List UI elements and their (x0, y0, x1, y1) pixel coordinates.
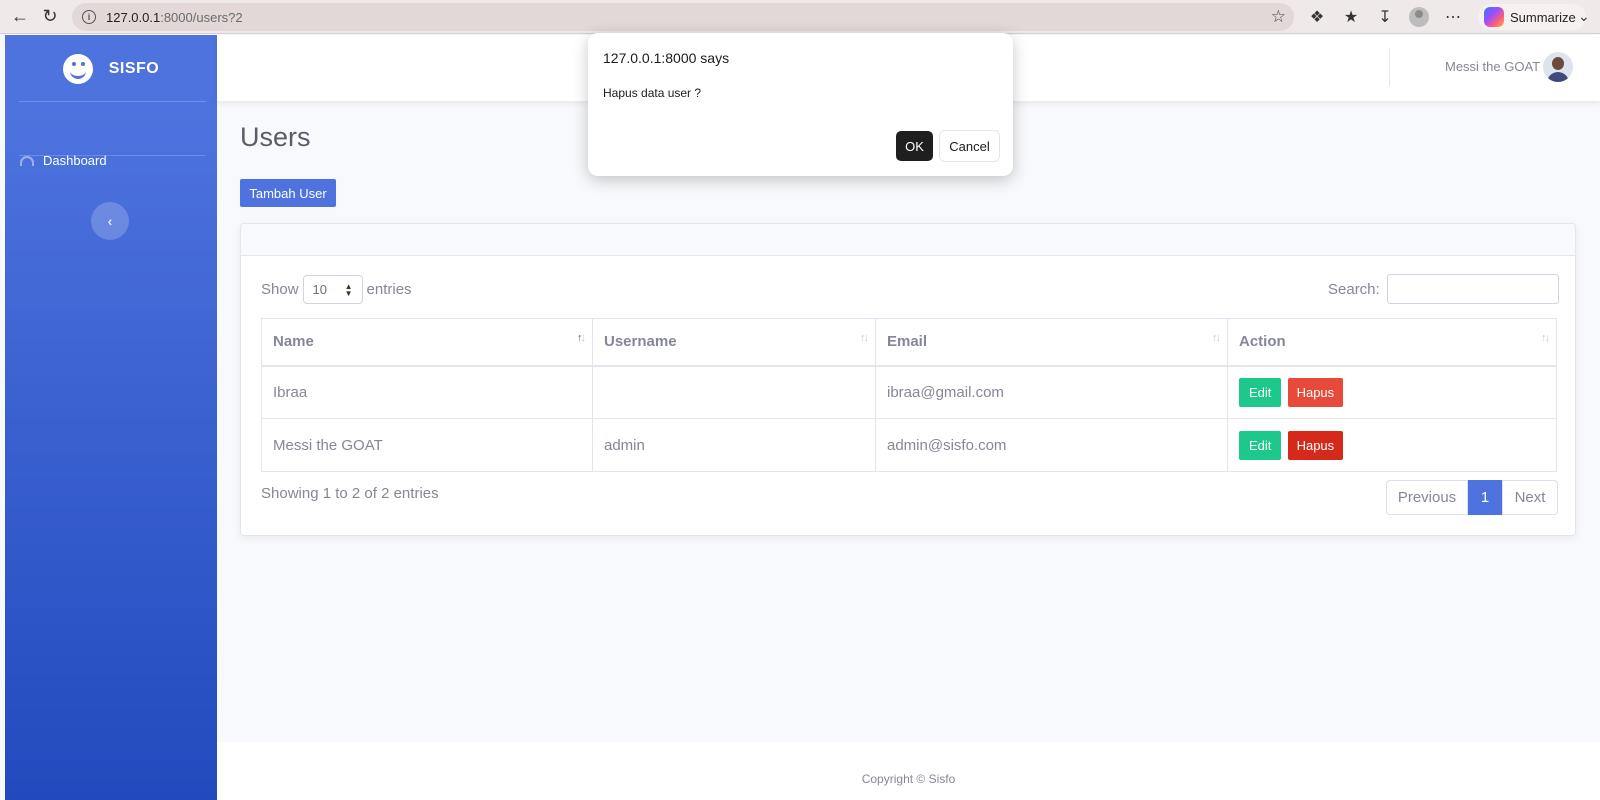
back-arrow-icon[interactable]: ← (6, 3, 34, 31)
cell-email: admin@sisfo.com (875, 418, 1228, 472)
sort-ascending-icon: ↑↓ (577, 332, 586, 344)
sidebar-divider (19, 155, 206, 156)
table-header-row: Name ↑↓ Username ↑↓ Email ↑↓ Action ↑↓ (261, 318, 1557, 367)
dialog-message: Hapus data user ? (603, 86, 702, 100)
delete-button[interactable]: Hapus (1287, 377, 1344, 407)
tachometer-icon (20, 155, 34, 166)
table-info: Showing 1 to 2 of 2 entries (261, 485, 439, 502)
ok-button[interactable]: OK (896, 131, 933, 161)
sort-icon: ↑↓ (860, 332, 869, 344)
avatar[interactable] (1543, 52, 1573, 82)
users-card: Show 10 ▲ ▼ entries Search: Name ↑↓ Usern… (240, 223, 1576, 536)
column-header-label: Action (1239, 333, 1286, 351)
cell-username: admin (592, 418, 876, 472)
search-input[interactable] (1386, 274, 1559, 304)
entries-select-value: 10 (312, 282, 327, 297)
edit-button[interactable]: Edit (1239, 377, 1282, 407)
topbar-divider (1389, 48, 1390, 86)
extensions-puzzle-icon[interactable]: ❖ (1300, 0, 1334, 34)
browser-toolbar: ← ↻ i 127.0.0.1:8000/users?2 ☆ ❖ ★ ↧ ⋯ S… (0, 0, 1600, 34)
cell-action: Edit Hapus (1227, 365, 1557, 419)
cell-name: Messi the GOAT (261, 418, 593, 472)
sidebar-divider (19, 101, 206, 102)
table-search: Search: (1328, 274, 1559, 304)
card-header (241, 224, 1575, 256)
column-header-label: Username (604, 333, 677, 351)
sort-icon: ↑↓ (1541, 332, 1550, 344)
more-options-icon[interactable]: ⋯ (1436, 0, 1470, 34)
pagination-next[interactable]: Next (1502, 480, 1558, 515)
favorites-icon[interactable]: ★ (1334, 0, 1368, 34)
copilot-icon (1484, 7, 1504, 27)
confirm-dialog: 127.0.0.1:8000 says Hapus data user ? OK… (588, 33, 1013, 176)
show-label: Show (261, 281, 299, 298)
chevron-down-icon[interactable]: ⌄ (1578, 8, 1590, 25)
cell-name: Ibraa (261, 365, 593, 419)
cell-email: ibraa@gmail.com (875, 365, 1228, 419)
sidebar-brand[interactable]: SISFO (5, 47, 217, 91)
sidebar: SISFO Dashboard ‹ (5, 35, 217, 800)
edit-button[interactable]: Edit (1239, 430, 1282, 460)
search-label: Search: (1328, 280, 1380, 298)
table-row: Ibraa ibraa@gmail.com Edit Hapus (261, 365, 1557, 419)
column-header-username[interactable]: Username ↑↓ (592, 318, 876, 367)
pagination-page-1[interactable]: 1 (1468, 480, 1502, 515)
summarize-button[interactable]: Summarize (1478, 4, 1586, 30)
footer: Copyright © Sisfo (217, 742, 1600, 800)
chevron-left-icon: ‹ (107, 213, 113, 229)
table-row: Messi the GOAT admin admin@sisfo.com Edi… (261, 418, 1557, 472)
favorite-star-icon[interactable]: ☆ (1271, 7, 1286, 27)
dialog-title: 127.0.0.1:8000 says (603, 50, 730, 66)
column-header-action[interactable]: Action ↑↓ (1227, 318, 1557, 367)
url-path: :8000/users?2 (160, 9, 243, 25)
address-bar[interactable]: i 127.0.0.1:8000/users?2 ☆ (72, 3, 1294, 31)
sidebar-toggle-button[interactable]: ‹ (91, 202, 129, 240)
column-header-email[interactable]: Email ↑↓ (875, 318, 1228, 367)
add-user-button[interactable]: Tambah User (240, 179, 336, 207)
pagination: Previous 1 Next (1386, 480, 1558, 515)
browser-extensions: ❖ ★ ↧ ⋯ (1300, 0, 1470, 34)
brand-name: SISFO (108, 60, 160, 77)
pagination-previous[interactable]: Previous (1386, 480, 1468, 515)
column-header-label: Email (887, 333, 928, 351)
site-info-icon[interactable]: i (82, 10, 96, 24)
summarize-label: Summarize (1510, 9, 1576, 25)
page-title: Users (240, 122, 311, 152)
laugh-wink-icon (62, 54, 93, 84)
entries-select[interactable]: 10 ▲ ▼ (302, 275, 363, 304)
select-arrows-icon: ▲ ▼ (344, 282, 353, 298)
profile-icon[interactable] (1402, 0, 1436, 34)
url-host: 127.0.0.1 (106, 9, 161, 25)
entries-label: entries (366, 281, 412, 298)
column-header-name[interactable]: Name ↑↓ (261, 318, 593, 367)
users-table: Name ↑↓ Username ↑↓ Email ↑↓ Action ↑↓ I… (261, 318, 1557, 472)
entries-length-control: Show 10 ▲ ▼ entries (261, 275, 412, 304)
sort-icon: ↑↓ (1212, 332, 1221, 344)
column-header-label: Name (273, 333, 314, 351)
cancel-button[interactable]: Cancel (940, 131, 999, 161)
cell-username (592, 365, 876, 419)
copyright-text: Copyright © Sisfo (861, 772, 956, 786)
downloads-icon[interactable]: ↧ (1368, 0, 1402, 34)
topbar-user-name[interactable]: Messi the GOAT (1445, 59, 1540, 74)
reload-icon[interactable]: ↻ (36, 3, 64, 31)
cell-action: Edit Hapus (1227, 418, 1557, 472)
delete-button[interactable]: Hapus (1287, 430, 1344, 460)
